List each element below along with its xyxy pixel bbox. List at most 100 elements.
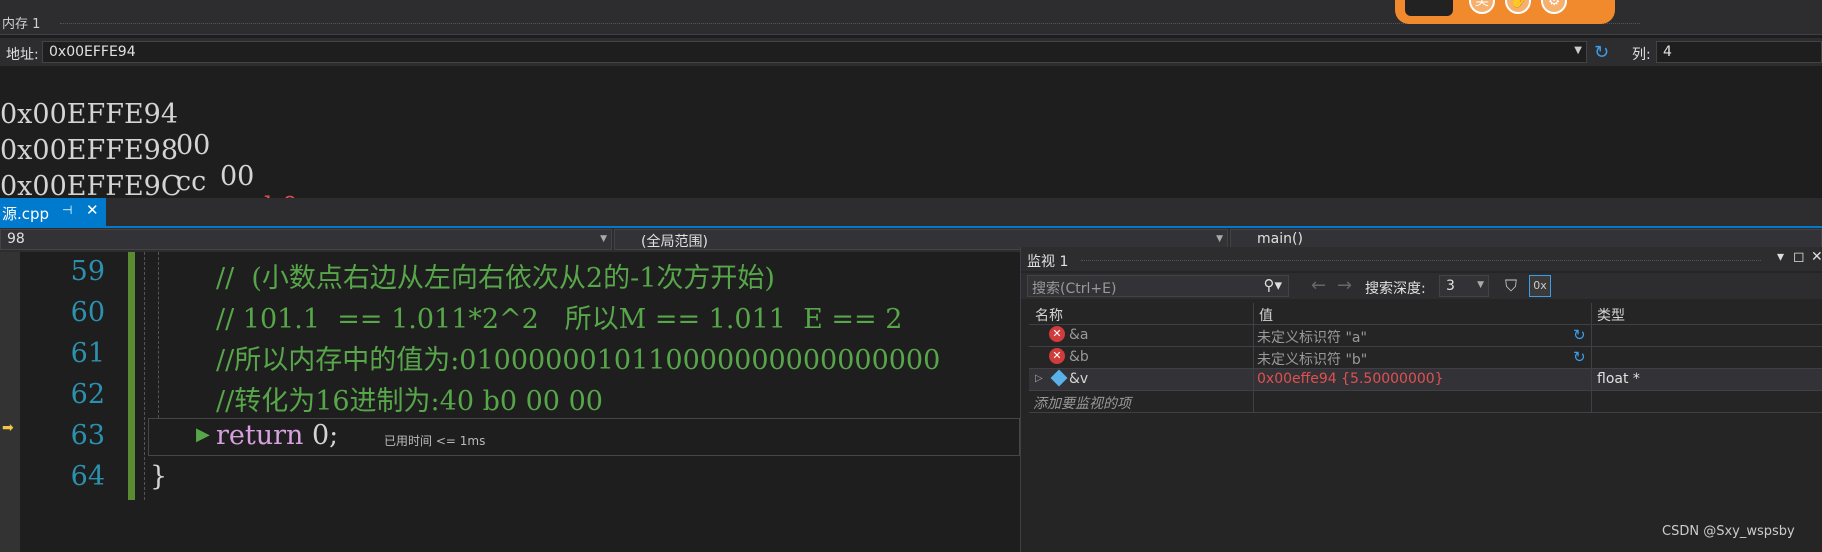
chevron-down-icon[interactable]: ▼ <box>1574 45 1582 56</box>
column-divider <box>1253 391 1254 412</box>
tab-source-cpp[interactable]: 源.cpp ⊣ ✕ <box>0 198 106 226</box>
scope-value: (全局范围) <box>641 234 708 250</box>
indent-guide <box>158 252 159 418</box>
column-divider <box>1591 347 1592 368</box>
chevron-down-icon[interactable]: ▼ <box>1216 234 1223 244</box>
code-line: // 101.1 == 1.011*2^2 所以M == 1.011 E == … <box>216 304 903 335</box>
maximize-icon[interactable]: ◻ <box>1793 249 1805 265</box>
breakpoint-gutter[interactable] <box>0 252 20 552</box>
line-number: 59 <box>70 256 105 287</box>
tab-label: 源.cpp <box>2 205 50 223</box>
column-header-type[interactable]: 类型 <box>1597 305 1625 325</box>
execution-arrow-icon: ➡ <box>2 420 14 436</box>
memory-row: 0x00EFFE98 cc cc cc cc ???? <box>0 104 424 321</box>
line-number: 64 <box>70 461 105 492</box>
column-header-name[interactable]: 名称 <box>1035 305 1063 325</box>
watch-row[interactable]: ▷ &v 0x00effe94 {5.50000000} float * <box>1029 369 1822 391</box>
column-divider <box>1591 325 1592 346</box>
refresh-icon[interactable]: ↻ <box>1594 42 1609 63</box>
run-to-click-icon[interactable]: ▶ <box>196 424 210 445</box>
watch-window-titlebar: 监视 1 ▾ ◻ ✕ <box>1021 247 1822 271</box>
columns-value: 4 <box>1663 44 1672 60</box>
watch-name[interactable]: &a <box>1069 327 1089 343</box>
code-line: //所以内存中的值为:0100000010110000000000000000 <box>216 345 941 376</box>
watch-name[interactable]: &b <box>1069 349 1089 365</box>
watch-value[interactable]: 未定义标识符 "b" <box>1257 349 1367 369</box>
column-divider <box>1591 391 1592 412</box>
watch-header-row: 名称 值 类型 <box>1029 303 1822 325</box>
watch-name[interactable]: &v <box>1069 371 1088 387</box>
columns-input[interactable]: 4 <box>1656 41 1822 63</box>
window-menu-icon[interactable]: ▾ <box>1777 249 1784 265</box>
line-number: 63 <box>70 420 105 451</box>
project-value: 98 <box>7 231 25 247</box>
code-line: //转化为16进制为:40 b0 00 00 <box>216 386 603 417</box>
address-value: 0x00EFFE94 <box>49 44 136 60</box>
column-divider <box>1253 325 1254 346</box>
code-line: return 0; <box>216 420 338 451</box>
columns-label: 列: <box>1632 47 1651 63</box>
code-text: 0; <box>303 420 339 451</box>
search-depth-dropdown[interactable]: 3 ▼ <box>1439 275 1489 297</box>
column-divider[interactable] <box>1253 303 1254 324</box>
hand-button[interactable]: ✋ <box>1505 0 1531 14</box>
add-watch-hint[interactable]: 添加要监视的项 <box>1033 393 1131 413</box>
gear-icon[interactable]: ⚙ <box>1541 0 1567 14</box>
code-editor[interactable]: ➡ 59 60 61 62 63 64 ▶ // (小数点右边从左向右依次从2的… <box>0 252 1020 552</box>
change-indicator-bar <box>128 252 135 500</box>
keyword: return <box>216 420 304 451</box>
chevron-down-icon[interactable]: ▼ <box>600 234 607 244</box>
error-icon: ✕ <box>1049 326 1065 342</box>
watermark: CSDN @Sxy_wspsby <box>1662 524 1795 539</box>
function-value: main() <box>1257 231 1303 247</box>
project-dropdown[interactable]: 98 ▼ <box>0 229 612 250</box>
filter-icon[interactable]: ⛉ <box>1505 276 1517 296</box>
column-divider[interactable] <box>1591 303 1592 324</box>
column-divider <box>1253 347 1254 368</box>
watch-window-title: 监视 1 <box>1027 254 1069 270</box>
refresh-icon[interactable]: ↻ <box>1573 326 1586 344</box>
watch-toolbar: 搜索(Ctrl+E) ⚲▾ ← → 搜索深度: 3 ▼ ⛉ 0x <box>1021 273 1822 299</box>
chevron-down-icon[interactable]: ▼ <box>1477 280 1484 290</box>
column-header-value[interactable]: 值 <box>1259 305 1273 325</box>
memory-byte: 00 <box>220 161 255 192</box>
line-number: 62 <box>70 379 105 410</box>
line-number: 61 <box>70 338 105 369</box>
line-number: 60 <box>70 297 105 328</box>
forward-arrow-icon[interactable]: → <box>1337 275 1352 296</box>
close-icon[interactable]: ✕ <box>86 201 99 219</box>
code-line: // (小数点右边从左向右依次从2的-1次方开始) <box>216 263 775 294</box>
search-icon[interactable]: ⚲▾ <box>1263 276 1282 294</box>
memory-row: 0x00EFFE94 00 00 b0 40 .. ?@ <box>0 68 437 316</box>
error-icon: ✕ <box>1049 348 1065 364</box>
memory-window-title: 内存 1 <box>2 17 41 32</box>
perf-tip[interactable]: 已用时间 <= 1ms <box>384 432 485 449</box>
watch-row[interactable]: ✕ &b 未定义标识符 "b" ↻ <box>1029 347 1822 369</box>
address-input[interactable]: 0x00EFFE94 ▼ <box>42 41 1587 63</box>
pin-icon[interactable]: ⊣ <box>62 203 72 217</box>
watch-value[interactable]: 0x00effe94 {5.50000000} <box>1257 371 1444 387</box>
search-depth-value: 3 <box>1446 278 1455 294</box>
watch-window: 监视 1 ▾ ◻ ✕ 搜索(Ctrl+E) ⚲▾ ← → 搜索深度: 3 ▼ ⛉… <box>1020 247 1822 552</box>
hex-display-icon[interactable]: 0x <box>1529 275 1551 297</box>
titlebar-grip[interactable] <box>60 23 1640 26</box>
close-icon[interactable]: ✕ <box>1811 249 1822 265</box>
back-arrow-icon[interactable]: ← <box>1311 275 1326 296</box>
memory-row: 0x00EFFE9C bc fe ef 00 ???. <box>0 140 418 357</box>
titlebar-grip[interactable] <box>1081 260 1761 261</box>
watch-value[interactable]: 未定义标识符 "a" <box>1257 327 1367 347</box>
column-divider <box>1253 369 1254 390</box>
column-divider <box>1591 369 1592 390</box>
watch-add-row[interactable]: 添加要监视的项 <box>1029 391 1822 413</box>
search-placeholder: 搜索(Ctrl+E) <box>1032 281 1117 297</box>
beauty-button[interactable]: 美 <box>1469 0 1495 14</box>
refresh-icon[interactable]: ↻ <box>1573 348 1586 366</box>
floating-capture-widget[interactable]: 美 ✋ ⚙ <box>1395 0 1615 24</box>
code-line: } <box>150 461 168 492</box>
camera-icon[interactable] <box>1405 0 1453 16</box>
memory-address-toolbar: 地址: 0x00EFFE94 ▼ ↻ 列: 4 <box>0 38 1822 66</box>
search-input[interactable]: 搜索(Ctrl+E) ⚲▾ <box>1027 275 1289 297</box>
memory-content[interactable]: 0x00EFFE94 00 00 b0 40 .. ?@ 0x00EFFE98 … <box>0 68 1822 357</box>
expand-arrow-icon[interactable]: ▷ <box>1035 373 1043 384</box>
watch-row[interactable]: ✕ &a 未定义标识符 "a" ↻ <box>1029 325 1822 347</box>
